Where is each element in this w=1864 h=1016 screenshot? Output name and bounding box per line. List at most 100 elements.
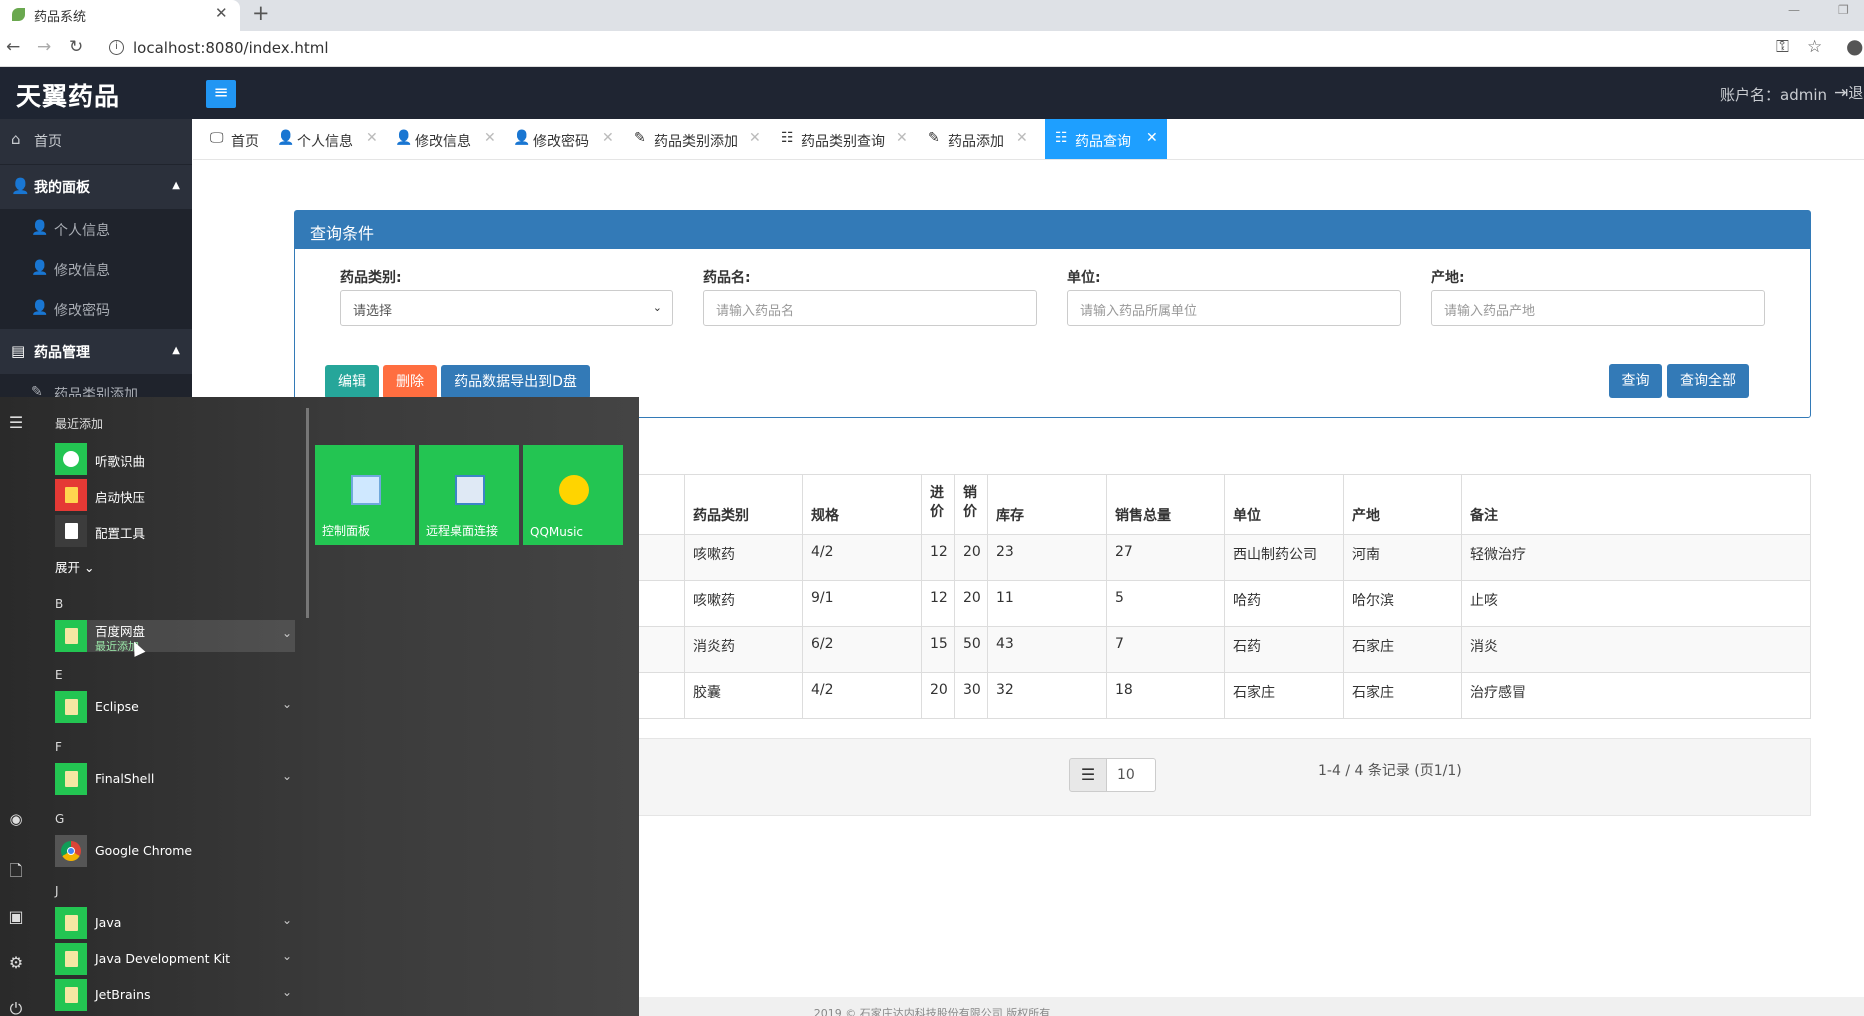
- browser-tab[interactable]: 药品系统 ✕: [0, 0, 240, 31]
- close-tab-icon[interactable]: ✕: [366, 130, 378, 146]
- document-icon[interactable]: 🗋: [7, 860, 25, 887]
- col-header-unit[interactable]: 单位: [1233, 505, 1261, 525]
- sidebar-item-change-password[interactable]: 👤 修改密码: [0, 300, 192, 330]
- letter-header[interactable]: F: [55, 740, 62, 754]
- start-app-item[interactable]: 听歌识曲: [55, 443, 295, 475]
- col-header-sell-price[interactable]: 销价: [963, 484, 979, 522]
- export-button[interactable]: 药品数据导出到D盘: [441, 365, 590, 399]
- logout-label[interactable]: 退: [1848, 84, 1863, 102]
- tab-drug-add[interactable]: ✎ 药品添加 ✕: [921, 119, 1038, 159]
- category-select[interactable]: 请选择 ⌄: [340, 290, 673, 326]
- site-info-icon[interactable]: i: [109, 40, 124, 55]
- chevron-down-icon[interactable]: ⌄: [282, 626, 292, 640]
- reload-icon[interactable]: ↻: [69, 37, 83, 57]
- start-app-item-java[interactable]: Java ⌄: [55, 907, 295, 939]
- close-tab-icon[interactable]: ✕: [1016, 130, 1028, 146]
- start-app-item-jetbrains[interactable]: JetBrains ⌄: [55, 979, 295, 1011]
- start-app-item-jdk[interactable]: Java Development Kit ⌄: [55, 943, 295, 975]
- start-menu-scrollbar[interactable]: [306, 408, 309, 618]
- col-header-stock[interactable]: 库存: [996, 505, 1024, 525]
- tile-remote-desktop[interactable]: 远程桌面连接: [419, 445, 519, 545]
- tab-drug-category-add[interactable]: ✎ 药品类别添加 ✕: [627, 119, 774, 159]
- search-button[interactable]: 查询: [1609, 364, 1662, 398]
- start-app-item[interactable]: 启动快压: [55, 479, 295, 511]
- minimize-icon[interactable]: —: [1788, 3, 1800, 17]
- back-icon[interactable]: ←: [6, 37, 20, 57]
- key-icon[interactable]: ⚿: [1776, 37, 1789, 57]
- tab-change-password[interactable]: 👤 修改密码 ✕: [509, 119, 627, 159]
- table-cell: 5: [1115, 590, 1124, 606]
- chevron-down-icon[interactable]: ⌄: [282, 697, 292, 711]
- bookmark-star-icon[interactable]: ☆: [1807, 37, 1822, 57]
- expand-toggle[interactable]: 展开 ⌄: [55, 557, 94, 576]
- sidebar: ⌂ 首页 👤 我的面板 ▲ 👤 个人信息 👤 修改信息 👤 修改密码 ▤ 药品管…: [0, 119, 192, 399]
- url-field[interactable]: localhost:8080/index.html: [133, 39, 329, 57]
- page-size-select[interactable]: 10: [1106, 758, 1156, 792]
- close-tab-icon[interactable]: ✕: [484, 130, 496, 146]
- start-app-item-finalshell[interactable]: FinalShell ⌄: [55, 763, 295, 795]
- new-tab-icon[interactable]: +: [252, 1, 270, 25]
- app-header: 天翼药品 ≡ 账户名：admin ⇥退: [0, 67, 1864, 119]
- close-tab-icon[interactable]: ✕: [896, 130, 908, 146]
- start-app-item-eclipse[interactable]: Eclipse ⌄: [55, 691, 295, 723]
- sidebar-item-home[interactable]: ⌂ 首页: [0, 119, 192, 164]
- unit-input[interactable]: 请输入药品所属单位: [1067, 290, 1401, 326]
- tile-qqmusic[interactable]: QQMusic: [523, 445, 623, 545]
- origin-input[interactable]: 请输入药品产地: [1431, 290, 1765, 326]
- letter-header[interactable]: B: [55, 597, 63, 611]
- restore-icon[interactable]: ❐: [1838, 3, 1849, 17]
- letter-header[interactable]: G: [55, 812, 64, 826]
- logout-icon[interactable]: ⇥退: [1834, 82, 1863, 103]
- sidebar-group-my-panel[interactable]: 👤 我的面板 ▲: [0, 165, 192, 209]
- sidebar-item-personal-info[interactable]: 👤 个人信息: [0, 220, 192, 250]
- col-header-total-sales[interactable]: 销售总量: [1115, 505, 1171, 525]
- hamburger-icon[interactable]: ☰: [7, 413, 25, 432]
- table-cell: 12: [930, 544, 948, 560]
- col-header-origin[interactable]: 产地: [1352, 505, 1380, 525]
- chevron-down-icon[interactable]: ⌄: [282, 769, 292, 783]
- chevron-down-icon[interactable]: ⌄: [282, 913, 292, 927]
- settings-gear-icon[interactable]: ⚙: [7, 953, 25, 972]
- delete-button[interactable]: 删除: [383, 365, 437, 399]
- start-app-item[interactable]: 配置工具: [55, 515, 295, 547]
- list-icon[interactable]: ☰: [1069, 758, 1107, 792]
- letter-header[interactable]: E: [55, 668, 63, 682]
- menu-toggle-button[interactable]: ≡: [206, 80, 236, 108]
- drug-name-input[interactable]: 请输入药品名: [703, 290, 1037, 326]
- table-cell: 消炎: [1470, 639, 1498, 655]
- user-avatar-icon[interactable]: ◉: [7, 810, 25, 828]
- power-icon[interactable]: ⏻: [7, 999, 25, 1016]
- user-icon: 👤: [277, 130, 295, 146]
- col-header-category[interactable]: 药品类别: [693, 505, 749, 525]
- tile-control-panel[interactable]: 控制面板: [315, 445, 415, 545]
- col-header-spec[interactable]: 规格: [811, 505, 839, 525]
- origin-label: 产地:: [1431, 270, 1465, 286]
- edit-button[interactable]: 编辑: [325, 365, 379, 399]
- tab-drug-category-query[interactable]: ☷ 药品类别查询 ✕: [774, 119, 921, 159]
- archive-icon: [55, 479, 87, 511]
- letter-header[interactable]: J: [55, 884, 59, 898]
- col-header-buy-price[interactable]: 进价: [930, 484, 946, 522]
- forward-icon[interactable]: →: [37, 37, 51, 57]
- close-tab-icon[interactable]: ✕: [749, 130, 761, 146]
- start-app-label: 启动快压: [95, 490, 146, 505]
- start-app-item-chrome[interactable]: Google Chrome: [55, 835, 295, 867]
- tab-home[interactable]: 🖵 首页: [193, 119, 273, 159]
- sidebar-item-edit-info[interactable]: 👤 修改信息: [0, 260, 192, 290]
- col-header-remark[interactable]: 备注: [1470, 505, 1498, 525]
- tab-drug-query[interactable]: ☷ 药品查询 ✕: [1045, 119, 1167, 159]
- search-all-button[interactable]: 查询全部: [1667, 364, 1749, 398]
- chevron-down-icon[interactable]: ⌄: [282, 949, 292, 963]
- start-app-item-baidu[interactable]: 百度网盘 ⌄: [55, 620, 295, 652]
- close-tab-icon[interactable]: ✕: [602, 130, 614, 146]
- tab-edit-info[interactable]: 👤 修改信息 ✕: [391, 119, 509, 159]
- close-tab-icon[interactable]: ✕: [215, 4, 228, 22]
- close-tab-icon[interactable]: ✕: [1146, 130, 1158, 146]
- chevron-down-icon[interactable]: ⌄: [282, 985, 292, 999]
- sidebar-group-drug-mgmt[interactable]: ▤ 药品管理 ▲: [0, 330, 192, 374]
- table-cell: 轻微治疗: [1470, 547, 1526, 563]
- pictures-icon[interactable]: ▣: [7, 907, 25, 926]
- tab-personal-info[interactable]: 👤 个人信息 ✕: [273, 119, 391, 159]
- profile-icon[interactable]: ●: [1846, 34, 1863, 58]
- table-cell: 石家庄: [1233, 685, 1275, 701]
